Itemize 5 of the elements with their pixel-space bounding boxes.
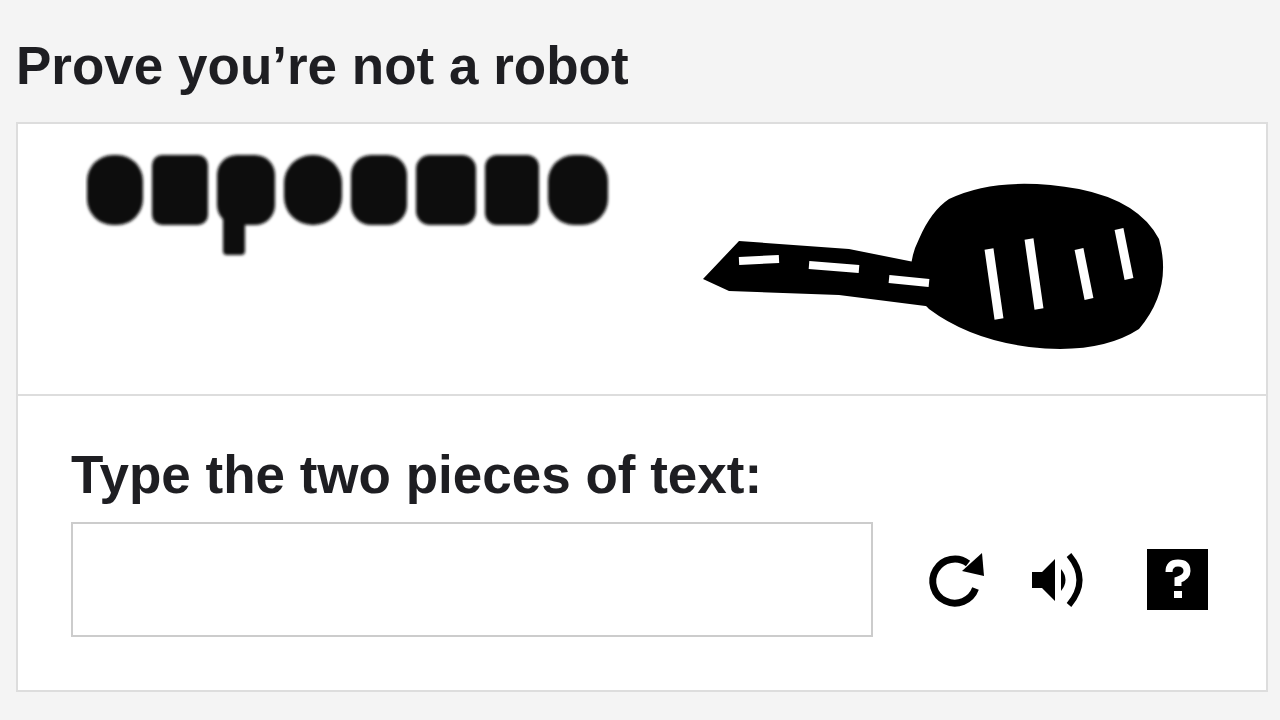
help-button[interactable]: [1147, 549, 1208, 610]
answer-label: Type the two pieces of text:: [71, 444, 763, 505]
help-icon: [1147, 549, 1208, 610]
answer-input[interactable]: [71, 522, 873, 637]
page-title: Prove you’re not a robot: [16, 35, 629, 96]
